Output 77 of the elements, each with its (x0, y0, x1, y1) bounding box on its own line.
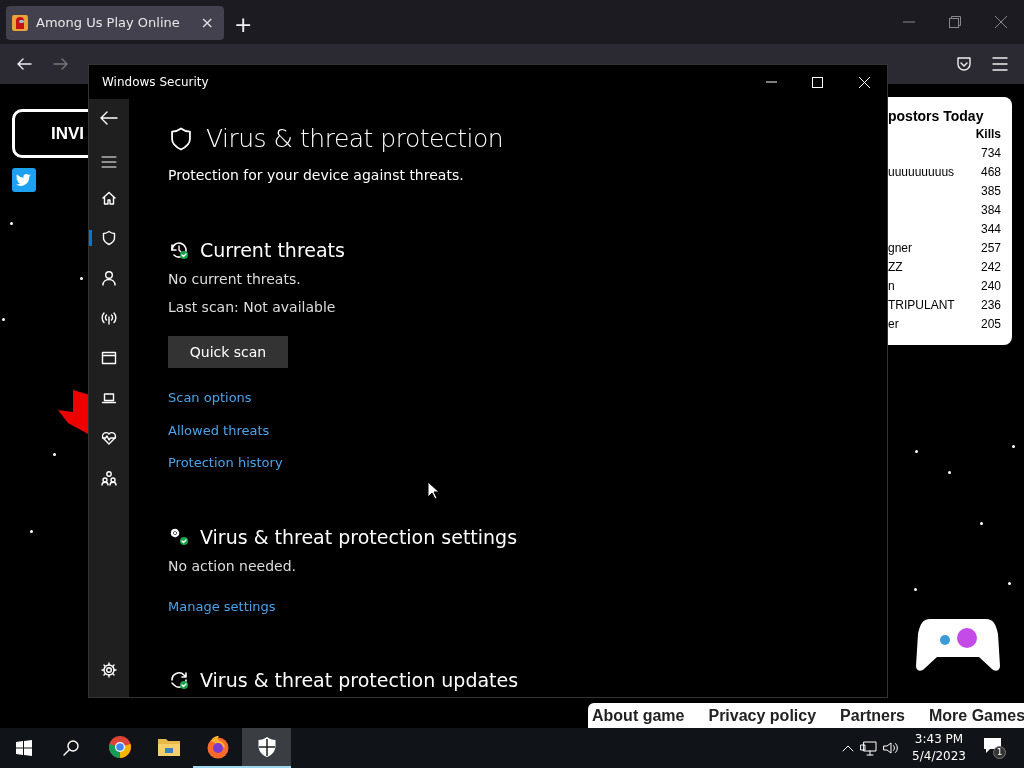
mouse-cursor-icon (427, 481, 439, 500)
chevron-up-icon[interactable] (842, 744, 855, 752)
section-title: Virus & threat protection settings (200, 524, 518, 549)
settings-link[interactable]: Manage settings (168, 596, 887, 616)
status-text: No action needed. (168, 556, 297, 576)
footer-link[interactable]: Privacy policy (708, 703, 817, 728)
settings-icon[interactable] (101, 662, 117, 678)
settings-link[interactable]: Protection history (168, 453, 887, 473)
taskbar-app[interactable] (242, 728, 291, 768)
forward-icon[interactable] (53, 56, 69, 72)
footer-link[interactable]: More Games (929, 703, 1024, 728)
laptop-icon (101, 390, 117, 406)
section-title: Current threats (200, 238, 345, 262)
family-icon (101, 470, 117, 486)
pocket-icon[interactable] (956, 56, 972, 72)
menu-icon[interactable] (992, 57, 1008, 71)
kill-count: 236 (980, 297, 1001, 314)
kill-count: 468 (980, 164, 1001, 181)
kill-count: 205 (980, 316, 1001, 333)
person-icon (101, 270, 117, 286)
restore-icon[interactable] (949, 16, 961, 28)
page-subtitle: Protection for your device against threats. (168, 166, 465, 185)
refresh-check-icon (168, 669, 190, 691)
kill-count: 734 (980, 145, 1001, 162)
player-name: gner (888, 240, 913, 257)
section-title: Virus & threat protection updates (200, 668, 519, 692)
back-icon[interactable] (16, 56, 32, 72)
kill-count: 240 (980, 278, 1001, 295)
folder-icon (156, 736, 181, 758)
bird-icon[interactable] (12, 168, 36, 192)
kill-count: 385 (980, 183, 1001, 200)
browser-tab[interactable]: Among Us Play Online × (6, 6, 224, 40)
shield-icon (256, 736, 277, 758)
kill-count: 344 (980, 221, 1001, 238)
notification-badge: 1 (993, 746, 1006, 759)
clock-date[interactable]: 5/4/2023 (912, 748, 966, 765)
footer-link[interactable]: About game (592, 703, 685, 728)
tab-title: Among Us Play Online (36, 14, 181, 33)
settings-link[interactable]: Scan options (168, 388, 887, 408)
network-icon[interactable] (860, 740, 878, 756)
windows-logo-icon[interactable] (16, 740, 32, 756)
history-check-icon (168, 239, 190, 261)
player-name: TRIPULANT (888, 297, 955, 314)
maximize-icon[interactable] (812, 76, 823, 88)
kill-count: 257 (980, 240, 1001, 257)
speaker-icon[interactable] (883, 741, 899, 755)
kills-header: Kills (975, 126, 1001, 143)
status-text: Last scan: Not available (168, 298, 337, 317)
heart-icon (101, 430, 117, 446)
new-tab-button[interactable]: + (234, 8, 253, 41)
shield-icon (101, 230, 117, 246)
footer-link[interactable]: Partners (840, 703, 905, 728)
player-name: uuuuuuuuus (888, 164, 955, 181)
quick-scan-button[interactable]: Quick scan (168, 336, 288, 368)
shield-icon (168, 125, 194, 153)
kill-count: 242 (980, 259, 1001, 276)
notification-button[interactable]: 1 (984, 738, 1004, 758)
crewmate-icon (12, 15, 28, 31)
close-tab-button[interactable]: × (196, 11, 218, 35)
search-icon[interactable] (63, 740, 79, 756)
player-name: er (888, 316, 899, 333)
kill-count: 384 (980, 202, 1001, 219)
player-name: n (888, 278, 895, 295)
leaderboard-title: postors Today (888, 108, 985, 125)
firefox-icon (205, 735, 230, 759)
browser-window-icon (101, 350, 117, 366)
message-icon (984, 738, 1001, 753)
chrome-icon (107, 735, 132, 759)
window-title: Windows Security (101, 74, 210, 91)
player-name: ZZ (888, 259, 903, 276)
page-heading: Virus & threat protection (206, 123, 504, 155)
clock-time[interactable]: 3:43 PM (914, 731, 964, 748)
wireless-icon (101, 310, 117, 326)
home-icon (101, 190, 117, 206)
status-text: No current threats. (168, 270, 302, 289)
settings-link[interactable]: Allowed threats (168, 420, 887, 440)
back-arrow-icon[interactable] (100, 111, 118, 125)
